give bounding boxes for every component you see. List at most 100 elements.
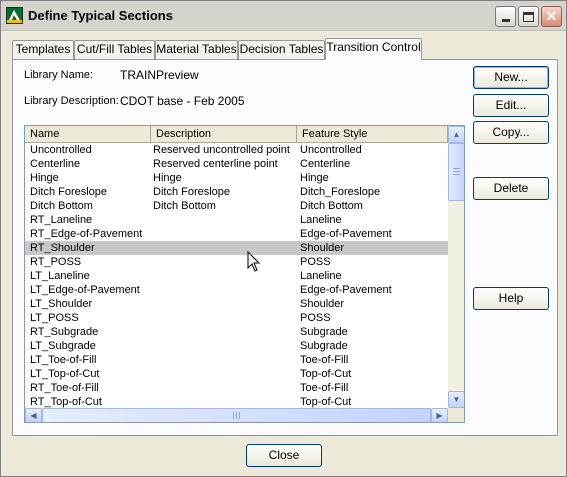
cell-feature-style: Laneline	[300, 270, 342, 282]
dialog-window: Define Typical Sections ✕ Templates Cut/…	[0, 0, 567, 477]
cell-name: RT_POSS	[30, 256, 82, 268]
tab-cut-fill-tables[interactable]: Cut/Fill Tables	[74, 40, 155, 59]
scroll-left-arrow-icon[interactable]: ◀	[25, 408, 42, 422]
cell-description: Ditch Foreslope	[153, 186, 231, 198]
point-names-list[interactable]: Name Description Feature Style Uncontrol…	[24, 125, 465, 423]
maximize-icon	[519, 7, 538, 26]
table-row[interactable]: Ditch Foreslope Ditch Foreslope Ditch_Fore…	[25, 185, 448, 199]
table-row[interactable]: LT_Toe-of-Fill Toe-of-Fill	[25, 353, 448, 367]
maximize-button[interactable]	[518, 6, 539, 27]
vertical-scrollbar[interactable]: ▲ ▼	[448, 126, 464, 408]
cell-name: Ditch Bottom	[30, 200, 93, 212]
help-button[interactable]: Help	[473, 287, 549, 310]
mouse-pointer-icon	[247, 250, 261, 276]
title-bar[interactable]: Define Typical Sections ✕	[1, 1, 566, 31]
scrollbar-corner	[448, 408, 464, 422]
close-icon: ✕	[545, 8, 558, 24]
column-header-feature-style[interactable]: Feature Style	[297, 126, 448, 143]
cell-name: LT_Toe-of-Fill	[30, 354, 97, 366]
table-row[interactable]: Hinge Hinge Hinge	[25, 171, 448, 185]
table-row[interactable]: Centerline Reserved centerline point Cente…	[25, 157, 448, 171]
table-row[interactable]: RT_Toe-of-Fill Toe-of-Fill	[25, 381, 448, 395]
tab-templates[interactable]: Templates	[12, 40, 74, 59]
cell-name: RT_Edge-of-Pavement	[30, 228, 143, 240]
vertical-scroll-thumb[interactable]	[448, 143, 464, 201]
close-button[interactable]: Close	[246, 444, 322, 467]
library-description-label: Library Description:	[24, 95, 119, 107]
cell-name: LT_Edge-of-Pavement	[30, 284, 140, 296]
cell-name: LT_Top-of-Cut	[30, 368, 100, 380]
table-row[interactable]: LT_Top-of-Cut Top-of-Cut	[25, 367, 448, 381]
cell-feature-style: Laneline	[300, 214, 342, 226]
library-name-label: Library Name:	[24, 69, 94, 81]
cell-feature-style: Toe-of-Fill	[300, 382, 349, 394]
table-row[interactable]: Ditch Bottom Ditch Bottom Ditch Bottom	[25, 199, 448, 213]
table-row[interactable]: LT_Subgrade Subgrade	[25, 339, 448, 353]
cell-name: Uncontrolled	[30, 144, 92, 156]
cell-description: Ditch Bottom	[153, 200, 216, 212]
cell-feature-style: Top-of-Cut	[300, 368, 352, 380]
horizontal-scroll-thumb[interactable]	[42, 408, 431, 422]
edit-button[interactable]: Edit...	[473, 94, 549, 117]
column-header-description[interactable]: Description	[151, 126, 297, 143]
cell-name: Centerline	[30, 158, 81, 170]
cell-name: LT_POSS	[30, 312, 79, 324]
table-row[interactable]: Uncontrolled Reserved uncontrolled point U…	[25, 143, 448, 157]
column-header-name[interactable]: Name	[25, 126, 151, 143]
cell-feature-style: Shoulder	[300, 242, 345, 254]
delete-button[interactable]: Delete	[473, 177, 549, 200]
cell-feature-style: Hinge	[300, 172, 329, 184]
cell-description: Hinge	[153, 172, 182, 184]
table-row[interactable]: RT_POSS POSS	[25, 255, 448, 269]
table-row[interactable]: LT_Shoulder Shoulder	[25, 297, 448, 311]
table-row[interactable]: LT_POSS POSS	[25, 311, 448, 325]
table-row[interactable]: RT_Shoulder Shoulder	[25, 241, 448, 255]
scroll-up-arrow-icon[interactable]: ▲	[448, 126, 464, 143]
cell-name: LT_Subgrade	[30, 340, 96, 352]
cell-name: Ditch Foreslope	[30, 186, 108, 198]
minimize-icon	[496, 7, 515, 26]
cell-feature-style: Uncontrolled	[300, 144, 362, 156]
cell-feature-style: Ditch_Foreslope	[300, 186, 381, 198]
cell-feature-style: Ditch Bottom	[300, 200, 363, 212]
copy-button[interactable]: Copy...	[473, 121, 549, 144]
tab-transition-control[interactable]: Transition Control	[325, 38, 422, 60]
tab-material-tables[interactable]: Material Tables	[155, 40, 238, 59]
list-header: Name Description Feature Style	[25, 126, 448, 143]
cell-name: Hinge	[30, 172, 59, 184]
table-row[interactable]: RT_Top-of-Cut Top-of-Cut	[25, 395, 448, 408]
cell-name: RT_Toe-of-Fill	[30, 382, 99, 394]
scroll-down-arrow-icon[interactable]: ▼	[448, 391, 464, 408]
cell-name: RT_Subgrade	[30, 326, 99, 338]
library-description-value: CDOT base - Feb 2005	[120, 94, 245, 108]
table-row[interactable]: RT_Edge-of-Pavement Edge-of-Pavement	[25, 227, 448, 241]
cell-feature-style: Shoulder	[300, 298, 345, 310]
cell-feature-style: Edge-of-Pavement	[300, 284, 392, 296]
cell-name: RT_Laneline	[30, 214, 93, 226]
cell-feature-style: Top-of-Cut	[300, 396, 352, 408]
cell-feature-style: Subgrade	[300, 326, 348, 338]
table-row[interactable]: RT_Laneline Laneline	[25, 213, 448, 227]
table-row[interactable]: LT_Edge-of-Pavement Edge-of-Pavement	[25, 283, 448, 297]
new-button[interactable]: New...	[473, 66, 549, 89]
cell-name: LT_Shoulder	[30, 298, 93, 310]
table-row[interactable]: RT_Subgrade Subgrade	[25, 325, 448, 339]
cell-feature-style: Toe-of-Fill	[300, 354, 349, 366]
tab-decision-tables[interactable]: Decision Tables	[238, 40, 325, 59]
cell-feature-style: Edge-of-Pavement	[300, 228, 392, 240]
cell-feature-style: POSS	[300, 256, 331, 268]
cell-feature-style: Centerline	[300, 158, 351, 170]
cell-feature-style: POSS	[300, 312, 331, 324]
cell-name: RT_Top-of-Cut	[30, 396, 102, 408]
cell-description: Reserved uncontrolled point	[153, 144, 290, 156]
cell-description: Reserved centerline point	[153, 158, 278, 170]
horizontal-scrollbar[interactable]: ◀ ▶	[25, 408, 448, 422]
close-window-button[interactable]: ✕	[541, 6, 562, 27]
list-rows: Uncontrolled Reserved uncontrolled point U…	[25, 143, 448, 408]
window-title: Define Typical Sections	[28, 8, 173, 23]
scroll-right-arrow-icon[interactable]: ▶	[431, 408, 448, 422]
minimize-button[interactable]	[495, 6, 516, 27]
table-row[interactable]: LT_Laneline Laneline	[25, 269, 448, 283]
library-name-value: TRAINPreview	[120, 68, 199, 82]
cell-name: RT_Shoulder	[30, 242, 95, 254]
